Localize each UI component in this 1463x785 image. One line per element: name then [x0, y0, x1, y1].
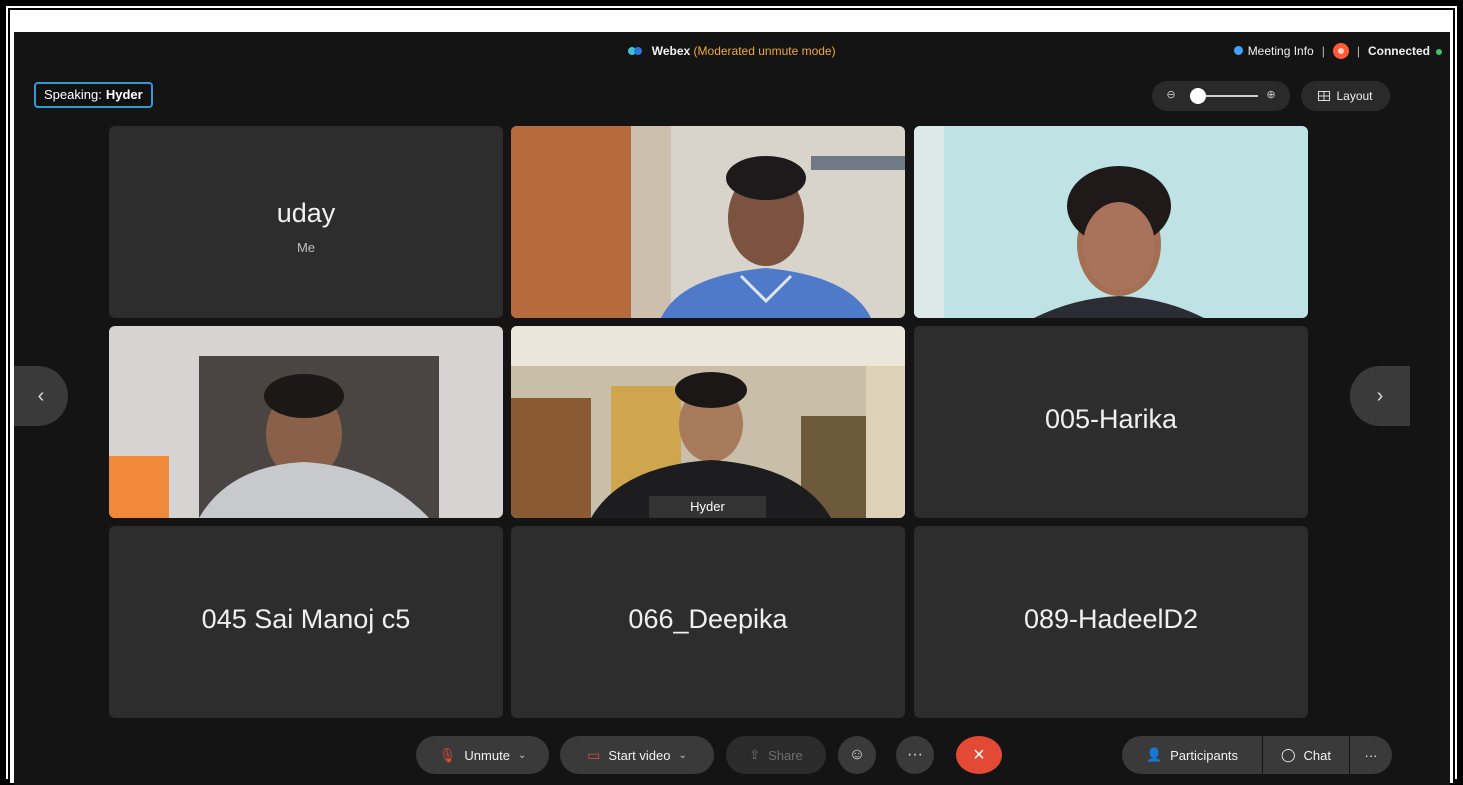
- participant-video-tile[interactable]: [109, 326, 503, 518]
- info-icon: [1233, 46, 1243, 55]
- chat-button[interactable]: ◯ Chat: [1263, 736, 1349, 774]
- participants-label: Participants: [1170, 747, 1239, 763]
- webex-meeting-window: Webex (Moderated unmute mode) Meeting In…: [14, 32, 1450, 785]
- chevron-down-icon[interactable]: ⌄: [679, 750, 687, 761]
- participant-tile-uday[interactable]: uday Me: [109, 126, 503, 318]
- start-video-button[interactable]: ▭ Start video ⌄: [560, 736, 714, 774]
- participants-icon: 👤: [1145, 747, 1163, 762]
- smiley-icon: ☺: [848, 746, 866, 763]
- zoom-out-icon[interactable]: ⊖: [1164, 88, 1178, 102]
- leave-meeting-button[interactable]: ×: [956, 736, 1002, 774]
- share-icon: ⇪: [749, 747, 761, 762]
- webex-logo-icon: [628, 47, 643, 55]
- mic-muted-icon: 🎙: [438, 746, 457, 763]
- zoom-slider-handle[interactable]: [1190, 88, 1206, 104]
- layout-label: Layout: [1336, 89, 1373, 103]
- panel-more-button[interactable]: ···: [1350, 736, 1392, 774]
- title-right-group: Meeting Info | | Connected: [1233, 43, 1442, 59]
- speaking-name: Hyder: [105, 87, 143, 102]
- connection-status: Connected: [1368, 44, 1442, 58]
- participant-video: [109, 326, 503, 518]
- separator: |: [1356, 44, 1360, 58]
- more-icon: ···: [907, 746, 923, 763]
- share-label: Share: [768, 747, 803, 763]
- active-speaker-badge: Speaking: Hyder: [34, 82, 153, 108]
- meeting-info-label: Meeting Info: [1247, 44, 1314, 58]
- chat-icon: ◯: [1280, 747, 1296, 762]
- unmute-mode: (Moderated unmute mode): [693, 44, 836, 58]
- participant-name: uday: [276, 198, 336, 228]
- previous-page-button[interactable]: ‹: [14, 366, 68, 426]
- participant-tile-sai-manoj[interactable]: 045 Sai Manoj c5: [109, 526, 503, 718]
- next-page-button[interactable]: ›: [1350, 366, 1410, 426]
- participant-name-tag: Hyder: [649, 496, 766, 518]
- camera-off-icon: ▭: [587, 746, 601, 763]
- participant-video-tile[interactable]: [511, 126, 905, 318]
- grid-icon: [1318, 91, 1331, 101]
- chat-label: Chat: [1303, 747, 1332, 763]
- participant-video: [511, 126, 905, 318]
- participant-name: 089-HadeelD2: [1023, 604, 1199, 634]
- participant-video-tile[interactable]: [914, 126, 1308, 318]
- chevron-left-icon: ‹: [37, 385, 45, 407]
- participant-tile-deepika[interactable]: 066_Deepika: [511, 526, 905, 718]
- participant-name: 045 Sai Manoj c5: [201, 604, 411, 634]
- chevron-right-icon: ›: [1376, 385, 1384, 407]
- chevron-down-icon[interactable]: ⌄: [518, 750, 526, 761]
- participant-name: 005-Harika: [1044, 404, 1178, 434]
- meeting-info-button[interactable]: Meeting Info: [1233, 44, 1314, 58]
- reactions-button[interactable]: ☺: [838, 736, 876, 774]
- participant-tile-hadeel[interactable]: 089-HadeelD2: [914, 526, 1308, 718]
- more-options-button[interactable]: ···: [896, 736, 934, 774]
- zoom-in-icon[interactable]: ⊕: [1264, 88, 1278, 102]
- more-icon: ···: [1364, 747, 1378, 763]
- zoom-control: ⊖ ⊕: [1152, 81, 1290, 111]
- status-dot-icon: [1436, 49, 1442, 55]
- unmute-label: Unmute: [464, 747, 510, 763]
- participant-name: 066_Deepika: [628, 604, 788, 634]
- title-bar: Webex (Moderated unmute mode) Meeting In…: [14, 32, 1450, 72]
- participants-button[interactable]: 👤 Participants: [1122, 736, 1262, 774]
- separator: |: [1321, 44, 1325, 58]
- speaking-label: Speaking:: [44, 87, 102, 102]
- participant-self-label: Me: [296, 240, 316, 255]
- recording-icon[interactable]: [1332, 43, 1349, 59]
- participant-video: [511, 326, 905, 518]
- participant-video-tile-hyder[interactable]: Hyder: [511, 326, 905, 518]
- start-video-label: Start video: [608, 747, 671, 763]
- close-icon: ×: [973, 744, 985, 766]
- participant-video: [914, 126, 1308, 318]
- app-name: Webex: [651, 44, 691, 58]
- unmute-button[interactable]: 🎙 Unmute ⌄: [416, 736, 549, 774]
- participant-tile-harika[interactable]: 005-Harika: [914, 326, 1308, 518]
- layout-button[interactable]: Layout: [1301, 81, 1390, 111]
- share-button[interactable]: ⇪ Share: [726, 736, 826, 774]
- connection-status-label: Connected: [1367, 44, 1430, 58]
